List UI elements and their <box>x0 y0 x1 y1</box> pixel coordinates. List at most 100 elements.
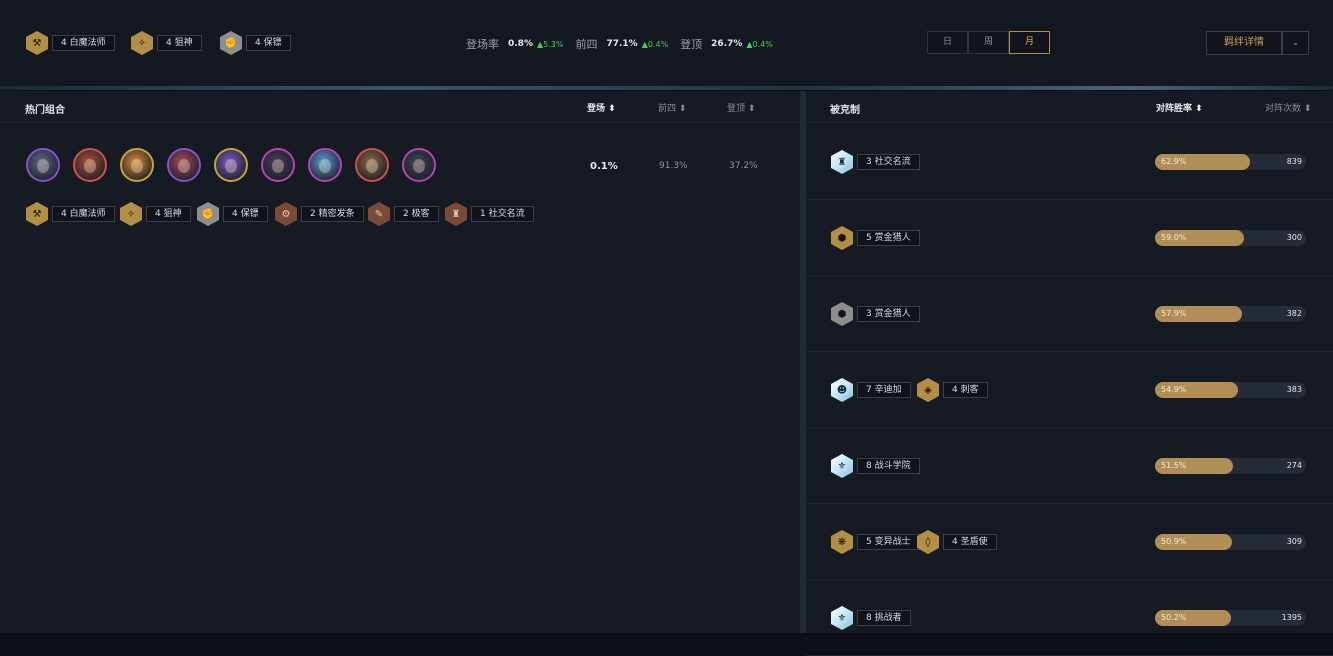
champion-portrait-4[interactable] <box>167 148 201 182</box>
matchup-trait[interactable]: ◈4 刺客 <box>917 378 988 402</box>
matchup-row[interactable]: ☻7 辛迪加◈4 刺客54.9%383 <box>806 352 1333 428</box>
champion-portrait-3[interactable] <box>120 148 154 182</box>
combo-win-value: 37.2% <box>729 161 758 171</box>
trait-label: 2 极客 <box>394 206 439 222</box>
trait-label: 7 辛迪加 <box>857 382 911 398</box>
trait-label: 2 精密发条 <box>301 206 364 222</box>
tab-week[interactable]: 周 <box>968 31 1009 54</box>
matchup-trait[interactable]: ⚜8 挑战者 <box>831 606 911 630</box>
champion-portrait-1[interactable] <box>26 148 60 182</box>
top-trait-0[interactable]: ⚒4 白魔法师 <box>26 31 115 55</box>
syndicate-icon: ☻ <box>831 378 853 402</box>
popular-combos-header: 热门组合 登场 ⬍ 前四 ⬍ 登顶 ⬍ <box>0 91 800 123</box>
matchup-count: 309 <box>1287 537 1302 546</box>
stat-value-win: 26.7% <box>711 39 742 49</box>
matchup-row[interactable]: ⬢3 赏金猎人 57.9% 382 <box>806 276 1333 352</box>
combo-appear-value: 0.1% <box>590 161 618 172</box>
winrate-bar: 59.0%300 <box>1155 230 1306 246</box>
winrate-value: 54.9% <box>1161 385 1186 394</box>
matchup-count: 382 <box>1287 309 1302 318</box>
bounty-icon: ⬢ <box>831 302 853 326</box>
trait-label: 3 赏金猎人 <box>857 306 920 322</box>
matchup-trait[interactable]: ⬢5 赏金猎人 <box>831 226 920 250</box>
matchup-count: 383 <box>1287 385 1302 394</box>
matchup-trait[interactable]: ☻7 辛迪加 <box>831 378 911 402</box>
combo-trait-0[interactable]: ⚒4 白魔法师 <box>26 202 115 226</box>
champion-portrait-2[interactable] <box>73 148 107 182</box>
stat-delta-win: ▲0.4% <box>746 40 772 49</box>
trait-label: 4 白魔法师 <box>52 206 115 222</box>
matchup-row[interactable]: ⬢5 赏金猎人 59.0%300 <box>806 200 1333 276</box>
trait-label: 4 保镖 <box>246 35 291 51</box>
matchup-trait[interactable]: ♜3 社交名流 <box>831 150 920 174</box>
tab-month[interactable]: 月 <box>1009 31 1050 54</box>
tab-day[interactable]: 日 <box>927 31 968 54</box>
assassin-icon: ◈ <box>917 378 939 402</box>
combo-top4-value: 91.3% <box>659 161 688 171</box>
stat-value-top4: 77.1% <box>606 39 637 49</box>
matchup-count: 1395 <box>1282 613 1302 622</box>
challenger-icon: ⚜ <box>831 606 853 630</box>
top-trait-2[interactable]: ✊4 保镖 <box>220 31 291 55</box>
mutant-icon: ❋ <box>831 530 853 554</box>
winrate-bar: 50.9% 309 <box>1155 534 1306 550</box>
champion-portrait-7[interactable] <box>308 148 342 182</box>
winrate-bar: 51.5%274 <box>1155 458 1306 474</box>
goblet-icon: ♜ <box>445 202 467 226</box>
matchup-row[interactable]: ♜3 社交名流62.9%839 <box>806 124 1333 200</box>
stat-delta-appear: ▲5.3% <box>537 40 563 49</box>
trait-label: 4 圣盾使 <box>943 534 997 550</box>
fist-icon: ✊ <box>220 31 242 55</box>
shield-icon: ◊ <box>917 530 939 554</box>
combo-trait-1[interactable]: ✧4 狙神 <box>120 202 191 226</box>
sort-matchup-count[interactable]: 对阵次数 ⬍ <box>1265 101 1311 114</box>
combo-trait-4[interactable]: ✎2 极客 <box>368 202 439 226</box>
champion-portrait-8[interactable] <box>355 148 389 182</box>
trait-label: 8 战斗学院 <box>857 458 920 474</box>
chevron-down-icon[interactable]: ⌄ <box>1282 31 1309 55</box>
matchup-row[interactable]: ⚜8 挑战者 50.2%1395 <box>806 580 1333 656</box>
countered-by-header: 被克制 对阵胜率 ⬍ 对阵次数 ⬍ <box>806 91 1333 123</box>
trait-detail-button[interactable]: 羁绊详情 <box>1206 31 1282 55</box>
wand-icon: ⚒ <box>26 31 48 55</box>
trait-label: 5 赏金猎人 <box>857 230 920 246</box>
matchup-trait[interactable]: ❋5 变异战士 <box>831 530 920 554</box>
winrate-value: 59.0% <box>1161 233 1186 242</box>
sort-top4[interactable]: 前四 ⬍ <box>658 101 686 114</box>
sort-appear[interactable]: 登场 ⬍ <box>587 101 616 114</box>
combo-trait-3[interactable]: ⚙2 精密发条 <box>275 202 364 226</box>
champion-portrait-5[interactable] <box>214 148 248 182</box>
winrate-value: 57.9% <box>1161 309 1186 318</box>
trait-label: 4 白魔法师 <box>52 35 115 51</box>
wand-icon: ⚒ <box>26 202 48 226</box>
matchup-trait[interactable]: ◊4 圣盾使 <box>917 530 997 554</box>
winrate-value: 50.9% <box>1161 537 1186 546</box>
goblet-icon: ♜ <box>831 150 853 174</box>
winrate-value: 51.5% <box>1161 461 1186 470</box>
sort-matchup-winrate[interactable]: 对阵胜率 ⬍ <box>1156 101 1203 114</box>
sort-win[interactable]: 登顶 ⬍ <box>727 101 755 114</box>
combo-trait-2[interactable]: ✊4 保镖 <box>197 202 268 226</box>
champion-portrait-9[interactable] <box>402 148 436 182</box>
academy-icon: ⚜ <box>831 454 853 478</box>
matchup-row[interactable]: ⚜8 战斗学院 51.5%274 <box>806 428 1333 504</box>
matchup-trait[interactable]: ⬢3 赏金猎人 <box>831 302 920 326</box>
top-trait-1[interactable]: ✧4 狙神 <box>131 31 202 55</box>
fist-icon: ✊ <box>197 202 219 226</box>
stats-summary: 登场率 0.8% ▲5.3% 前四 77.1% ▲0.4% 登顶 26.7% ▲… <box>466 36 785 52</box>
matchup-count: 839 <box>1287 157 1302 166</box>
winrate-bar: 57.9% 382 <box>1155 306 1306 322</box>
trait-label: 4 保镖 <box>223 206 268 222</box>
stat-value-appear: 0.8% <box>508 39 533 49</box>
champion-portrait-6[interactable] <box>261 148 295 182</box>
winrate-bar: 50.2%1395 <box>1155 610 1306 626</box>
combo-trait-5[interactable]: ♜1 社交名流 <box>445 202 534 226</box>
popular-combos-panel: 热门组合 登场 ⬍ 前四 ⬍ 登顶 ⬍ <box>0 91 800 633</box>
trait-label: 4 刺客 <box>943 382 988 398</box>
matchup-row[interactable]: ❋5 变异战士◊4 圣盾使 50.9% 309 <box>806 504 1333 580</box>
stat-label-appear: 登场率 <box>466 36 499 52</box>
panel-title: 热门组合 <box>25 101 65 116</box>
matchup-trait[interactable]: ⚜8 战斗学院 <box>831 454 920 478</box>
trait-label: 3 社交名流 <box>857 154 920 170</box>
stat-label-win: 登顶 <box>680 36 702 52</box>
